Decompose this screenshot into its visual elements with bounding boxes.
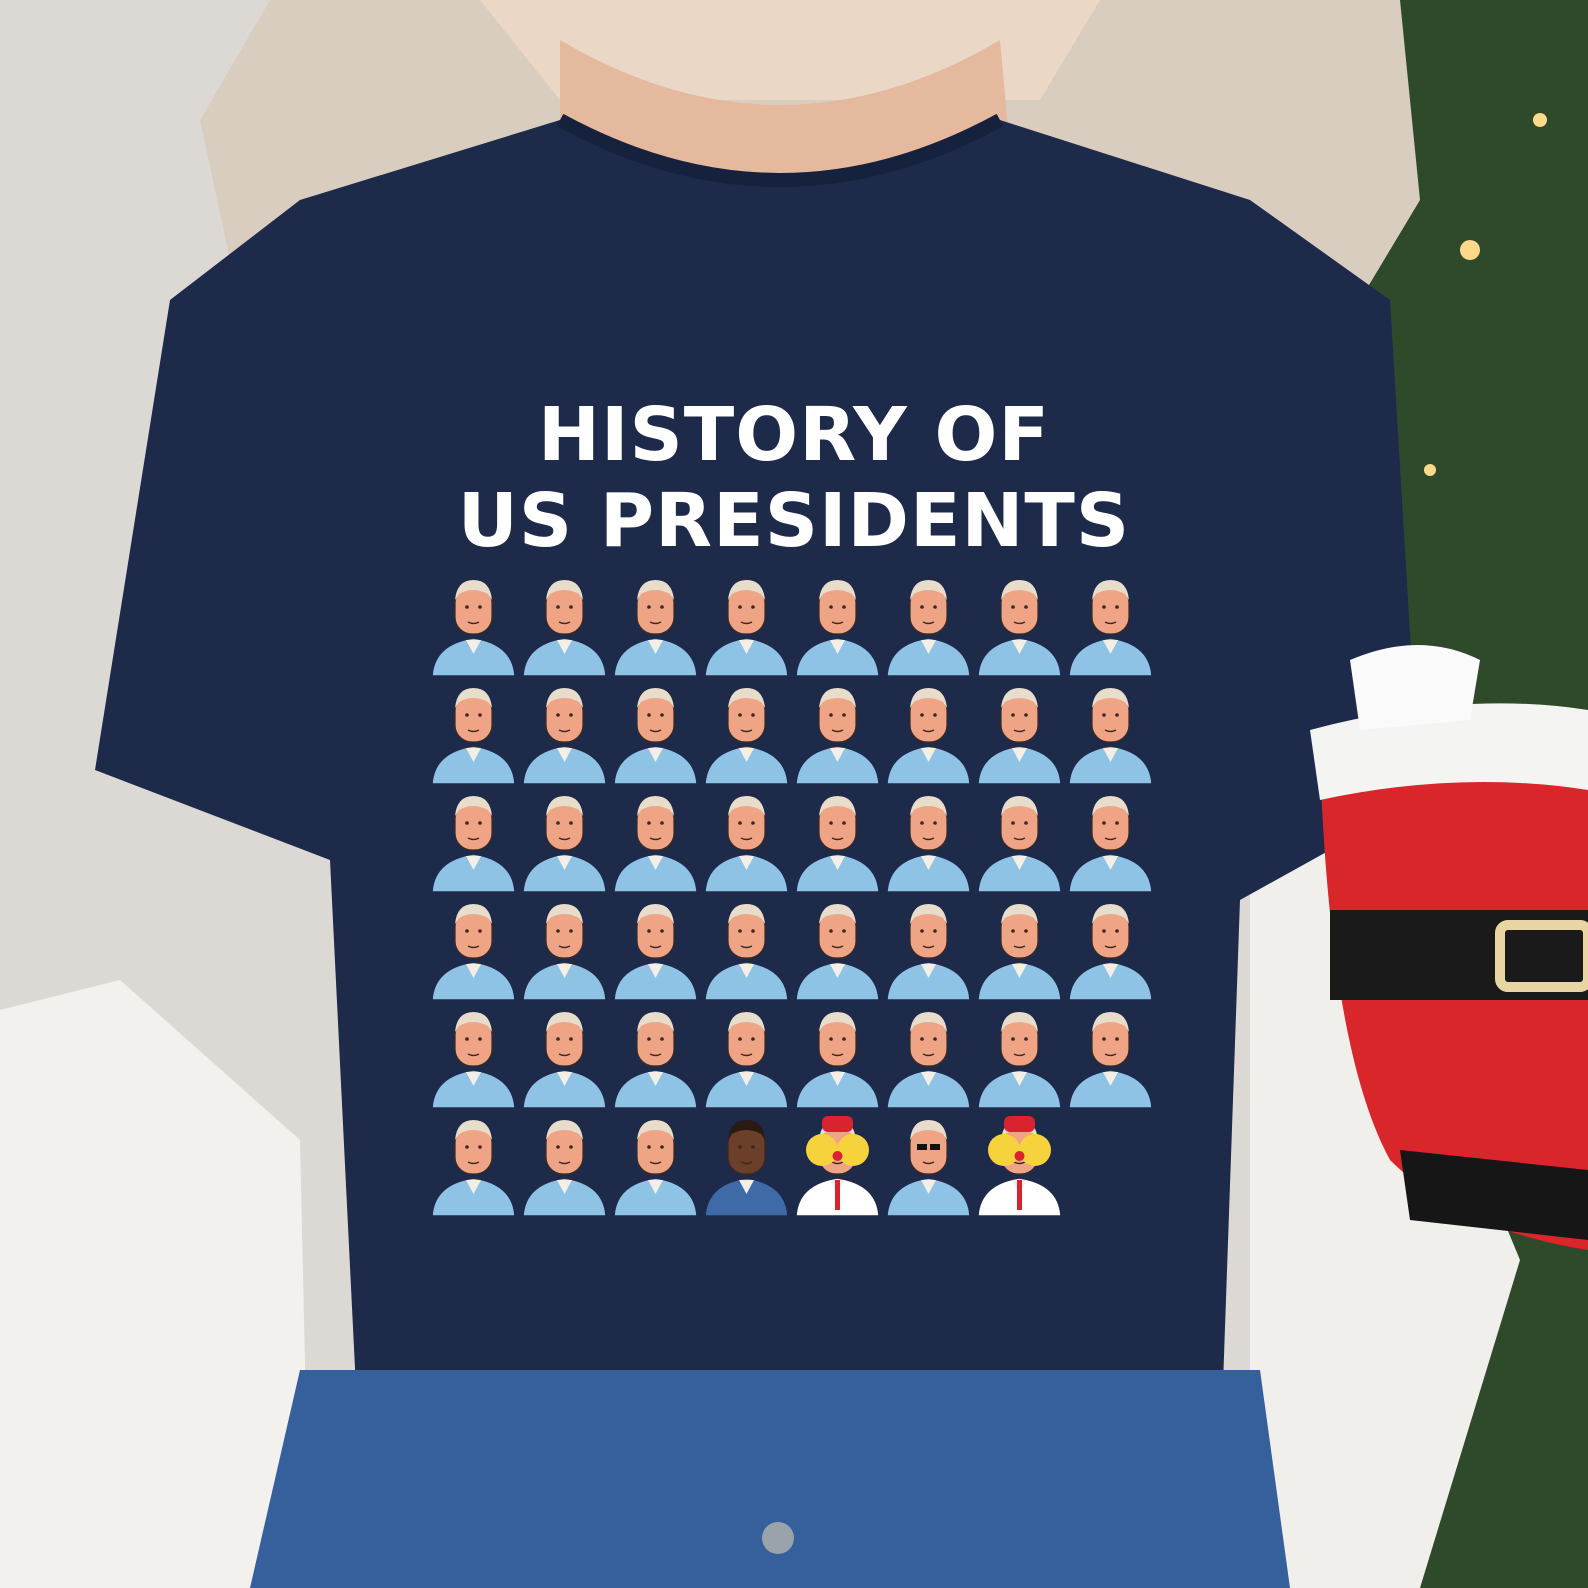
president-portrait-standard bbox=[519, 894, 610, 1002]
president-portrait-standard bbox=[883, 894, 974, 1002]
president-portrait-standard bbox=[701, 786, 792, 894]
president-portrait-standard bbox=[701, 678, 792, 786]
president-portrait-standard bbox=[792, 1002, 883, 1110]
president-portrait-standard bbox=[1065, 894, 1156, 1002]
president-portrait-standard bbox=[519, 678, 610, 786]
president-portrait-standard bbox=[883, 1002, 974, 1110]
president-portrait-standard bbox=[701, 894, 792, 1002]
shirt-title-line-1: HISTORY OF bbox=[538, 392, 1050, 478]
president-portrait-standard bbox=[519, 786, 610, 894]
president-portrait-standard bbox=[792, 786, 883, 894]
president-portrait-clown bbox=[974, 1110, 1065, 1218]
president-portrait-standard bbox=[428, 1110, 519, 1218]
president-portrait-standard bbox=[428, 678, 519, 786]
president-portrait-standard bbox=[1065, 1002, 1156, 1110]
president-portrait-standard bbox=[974, 894, 1065, 1002]
portrait-row bbox=[428, 786, 1158, 894]
president-portrait-standard bbox=[883, 570, 974, 678]
president-portrait-clown bbox=[792, 1110, 883, 1218]
shirt-title-line-2: US PRESIDENTS bbox=[457, 478, 1131, 564]
president-portrait-standard bbox=[974, 570, 1065, 678]
president-portrait-standard bbox=[974, 786, 1065, 894]
president-portrait-standard bbox=[610, 570, 701, 678]
president-portrait-standard bbox=[610, 894, 701, 1002]
president-portrait-standard bbox=[519, 1002, 610, 1110]
president-portrait-standard bbox=[792, 570, 883, 678]
president-portrait-sunglasses bbox=[883, 1110, 974, 1218]
president-portrait-standard bbox=[428, 570, 519, 678]
president-portrait-dark bbox=[701, 1110, 792, 1218]
president-portrait-standard bbox=[701, 570, 792, 678]
portrait-row bbox=[428, 894, 1158, 1002]
presidents-grid bbox=[428, 570, 1158, 1218]
portrait-row bbox=[428, 570, 1158, 678]
portrait-row bbox=[428, 678, 1158, 786]
president-portrait-standard bbox=[428, 786, 519, 894]
president-portrait-standard bbox=[519, 570, 610, 678]
jeans-button bbox=[762, 1522, 794, 1554]
president-portrait-standard bbox=[883, 786, 974, 894]
president-portrait-standard bbox=[1065, 570, 1156, 678]
president-portrait-standard bbox=[1065, 786, 1156, 894]
portrait-row bbox=[428, 1002, 1158, 1110]
president-portrait-standard bbox=[610, 1110, 701, 1218]
portrait-row bbox=[428, 1110, 1158, 1218]
president-portrait-standard bbox=[610, 1002, 701, 1110]
president-portrait-standard bbox=[519, 1110, 610, 1218]
president-portrait-standard bbox=[428, 1002, 519, 1110]
jeans bbox=[250, 1370, 1290, 1588]
president-portrait-standard bbox=[792, 894, 883, 1002]
president-portrait-standard bbox=[974, 678, 1065, 786]
president-portrait-standard bbox=[701, 1002, 792, 1110]
president-portrait-standard bbox=[883, 678, 974, 786]
president-portrait-standard bbox=[610, 786, 701, 894]
president-portrait-standard bbox=[792, 678, 883, 786]
president-portrait-standard bbox=[610, 678, 701, 786]
president-portrait-standard bbox=[974, 1002, 1065, 1110]
president-portrait-standard bbox=[1065, 678, 1156, 786]
president-portrait-standard bbox=[428, 894, 519, 1002]
